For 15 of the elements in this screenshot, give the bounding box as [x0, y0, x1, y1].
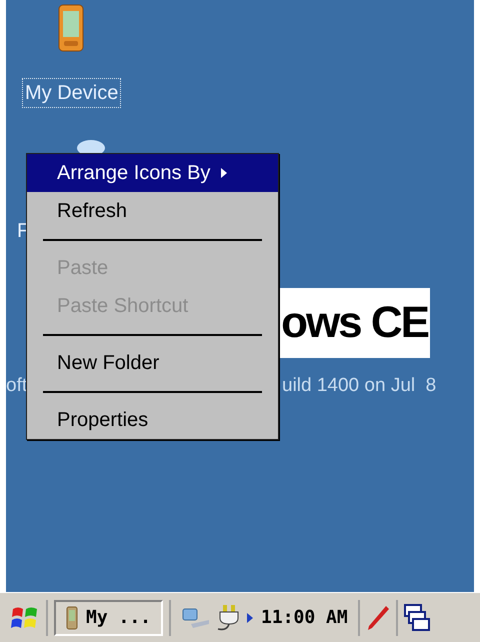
windows-icon[interactable] [404, 604, 430, 632]
menu-item[interactable]: Properties [27, 401, 278, 439]
menu-item[interactable]: New Folder [27, 344, 278, 382]
logo-text: ows CE [281, 301, 428, 345]
build-text: uild 1400 on Jul 8 [282, 374, 436, 398]
menu-item[interactable]: Arrange Icons By [27, 154, 278, 192]
desktop-icon-label[interactable]: My Device [22, 78, 122, 108]
task-button[interactable]: My ... [54, 600, 164, 636]
handheld-device-icon [58, 4, 84, 52]
handheld-device-icon [66, 606, 78, 630]
pen-icon[interactable] [366, 604, 390, 632]
build-text: oft [6, 374, 28, 398]
expand-arrow-icon[interactable] [247, 612, 254, 622]
menu-item[interactable]: Refresh [27, 192, 278, 230]
clock[interactable]: 11:00 AM [261, 604, 348, 631]
